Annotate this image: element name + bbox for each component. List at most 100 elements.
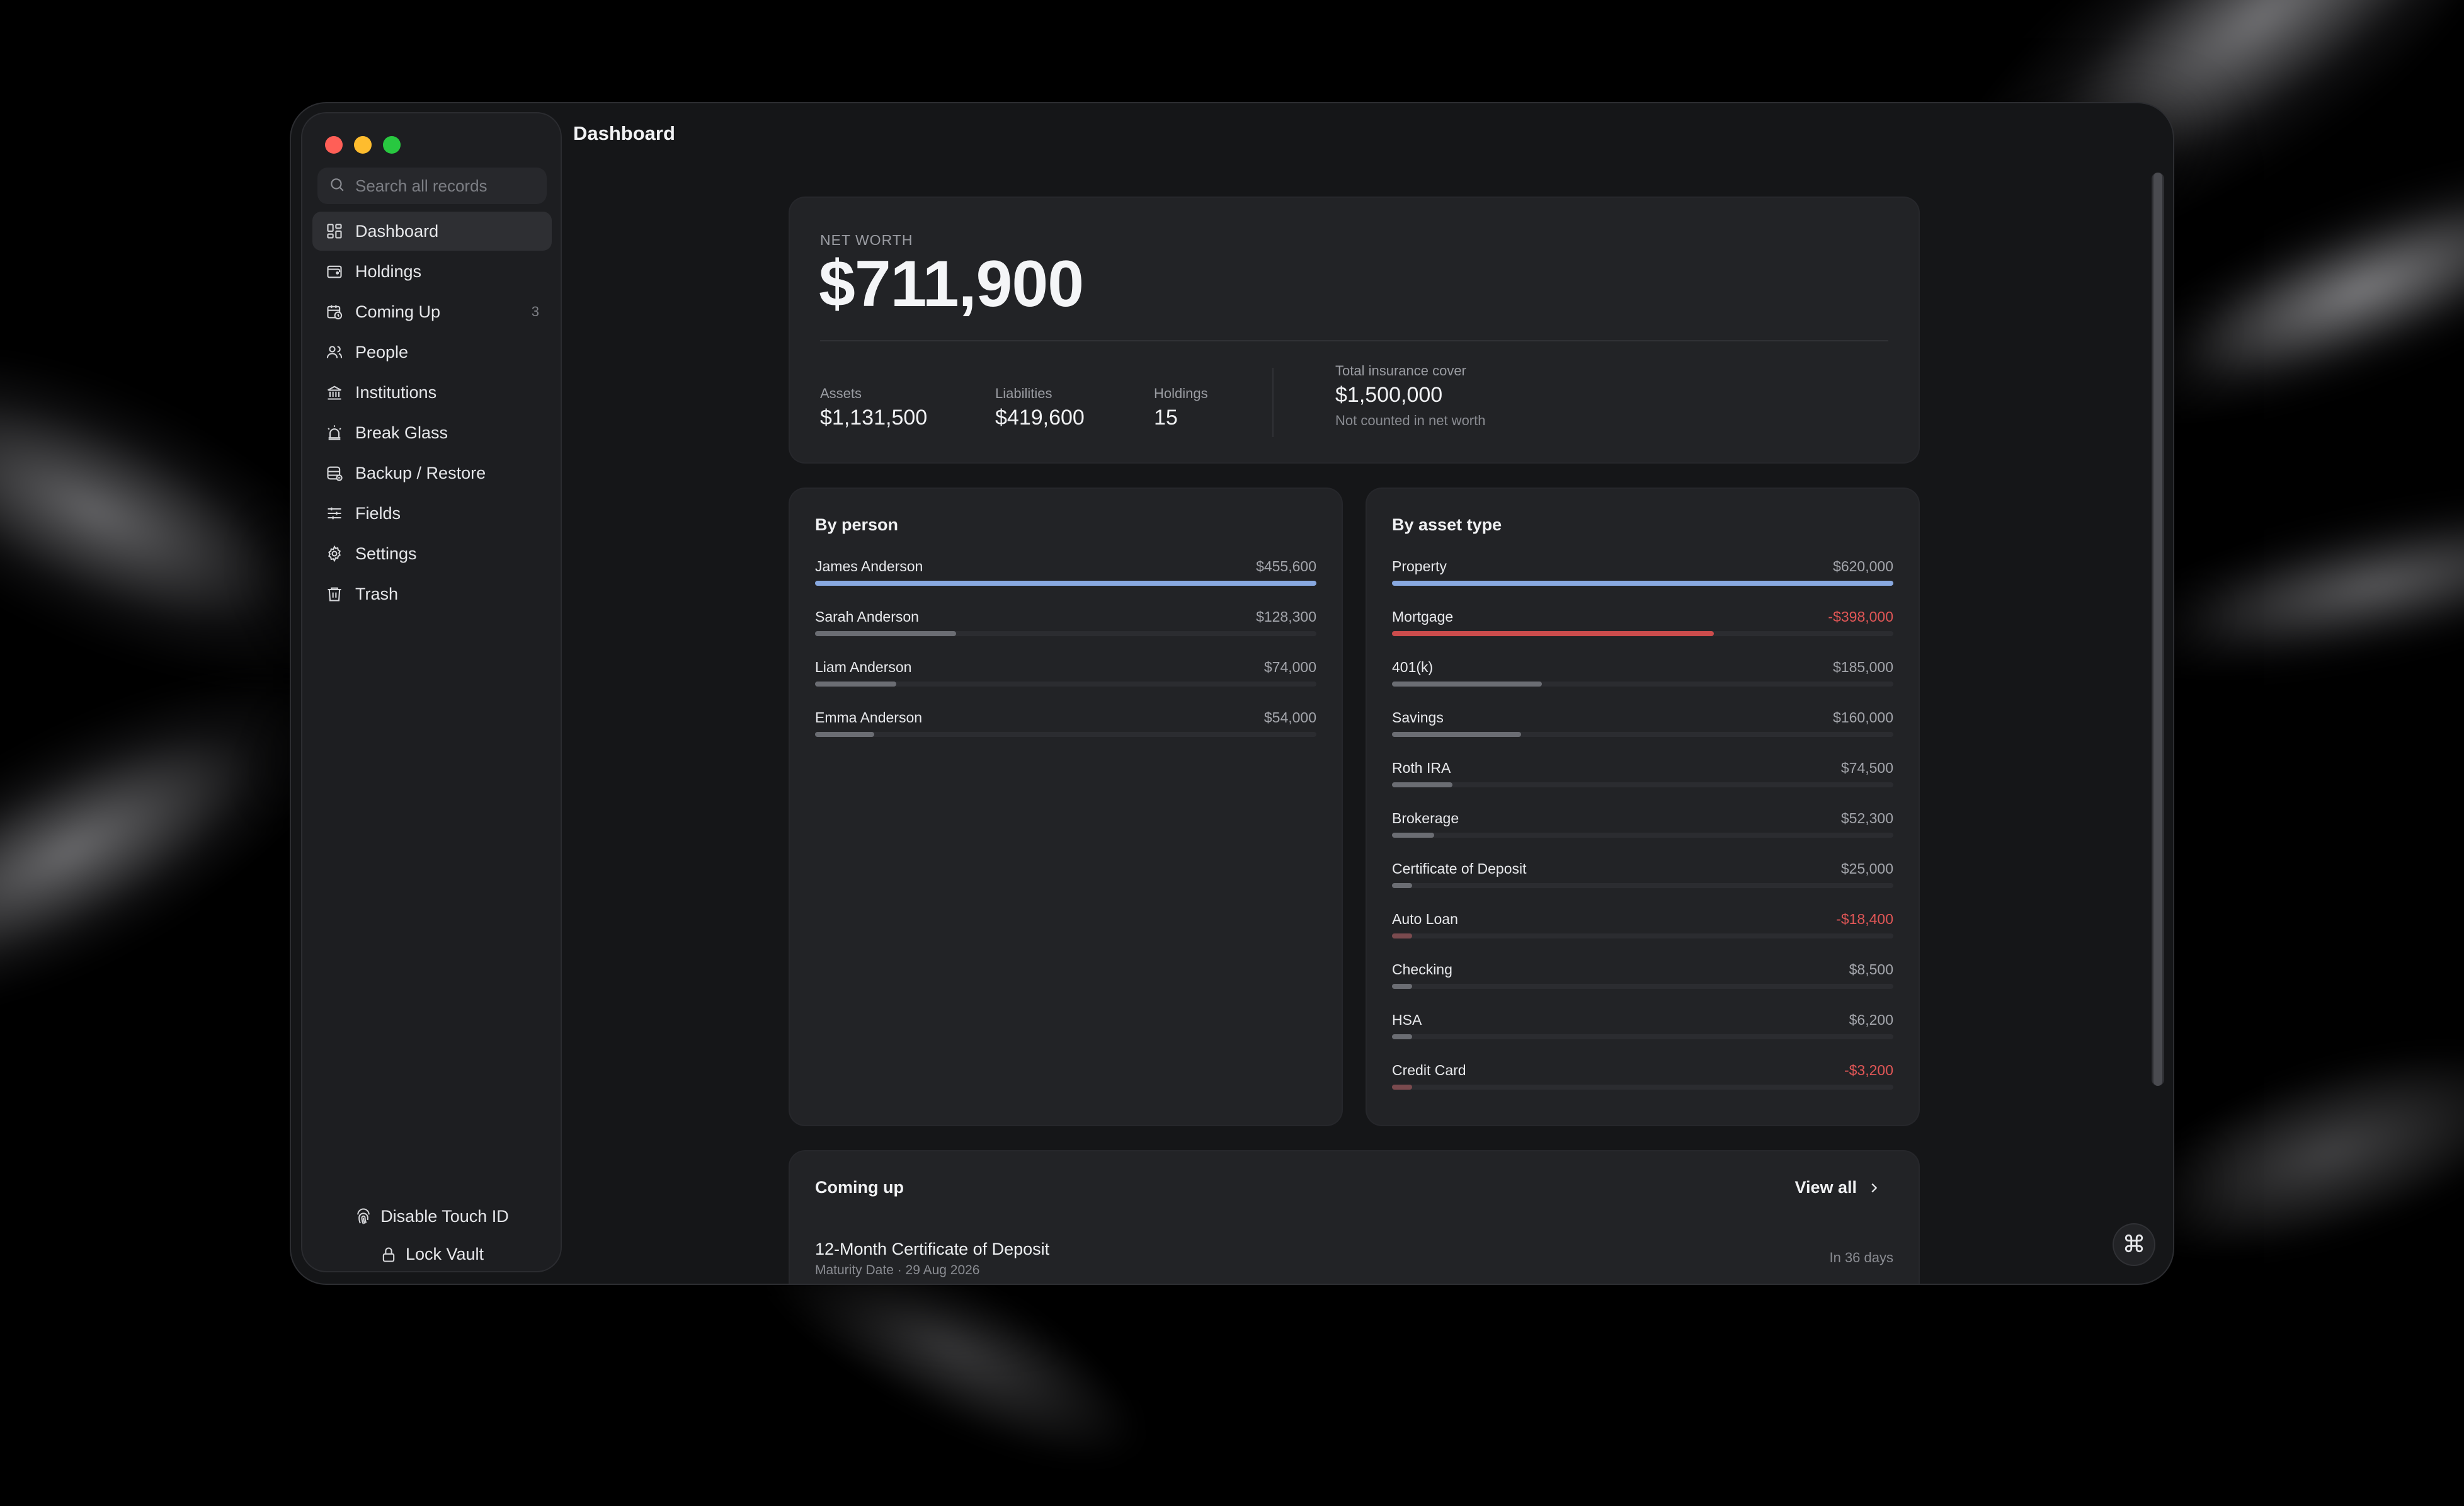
bar-row: Checking $8,500 [1392,961,1893,993]
bar-fill [1392,1085,1412,1090]
sidebar-item-fields[interactable]: Fields [312,494,552,533]
bar-row: 401(k) $185,000 [1392,659,1893,690]
sidebar-item-break-glass[interactable]: Break Glass [312,413,552,452]
bar-row: HSA $6,200 [1392,1012,1893,1043]
coming-up-item[interactable]: 12-Month Certificate of Deposit Maturity… [815,1240,1893,1278]
bar-row-value: -$398,000 [1828,608,1893,625]
bar-row: Roth IRA $74,500 [1392,760,1893,791]
holdings-label: Holdings [1154,385,1208,401]
bar-row: Sarah Anderson $128,300 [815,608,1316,640]
bar-row: Property $620,000 [1392,558,1893,590]
liabilities-label: Liabilities [995,385,1052,401]
net-worth-label: NET WORTH [820,232,913,248]
bar-fill [1392,631,1714,636]
bar-track [815,682,1316,687]
gear-icon [325,544,344,563]
divider [1272,368,1274,437]
sidebar-item-label: Trash [355,584,399,603]
app-window: Dashboard Holdings Coming Up 3 People [291,103,2173,1284]
sidebar-item-label: Coming Up [355,302,441,321]
bar-track [1392,682,1893,687]
bar-row: Liam Anderson $74,000 [815,659,1316,690]
bar-row-label: Liam Anderson [815,659,912,675]
bar-row-value: $160,000 [1833,709,1893,726]
bar-row-label: Roth IRA [1392,760,1451,776]
sidebar-item-holdings[interactable]: Holdings [312,252,552,291]
sidebar-nav: Dashboard Holdings Coming Up 3 People In… [312,212,552,615]
coming-up-card: Coming up View all 12-Month Certificate … [790,1151,1919,1284]
sidebar-item-label: Break Glass [355,423,448,442]
bar-row-label: Emma Anderson [815,709,923,726]
bar-row-label: Sarah Anderson [815,608,919,625]
sidebar-item-settings[interactable]: Settings [312,534,552,573]
command-button[interactable] [2114,1224,2154,1265]
bar-row-label: HSA [1392,1012,1422,1028]
bar-row-value: $74,000 [1263,659,1316,675]
assets-value: $1,131,500 [820,406,928,430]
net-worth-card: NET WORTH $711,900 Assets $1,131,500 Lia… [790,198,1919,462]
chevron-right-icon [1867,1181,1881,1195]
coming-up-title: Coming up [815,1178,904,1197]
lock-icon [379,1245,398,1264]
bar-fill [815,732,875,737]
sidebar-item-people[interactable]: People [312,333,552,372]
bar-track [1392,984,1893,989]
bank-icon [325,383,344,402]
bar-track [1392,732,1893,737]
search-icon [329,176,345,196]
coming-up-item-subtitle: Maturity Date · 29 Aug 2026 [815,1263,980,1277]
sidebar-item-trash[interactable]: Trash [312,574,552,613]
bar-row-value: $8,500 [1849,961,1893,978]
net-worth-value: $711,900 [819,248,1084,321]
by-person-title: By person [815,515,899,534]
bar-row-value: $455,600 [1256,558,1316,574]
minimize-window-button[interactable] [354,136,372,154]
close-window-button[interactable] [325,136,343,154]
bar-fill [1392,732,1522,737]
bar-fill [815,631,957,636]
bar-row-label: James Anderson [815,558,923,574]
sidebar-item-backup-restore[interactable]: Backup / Restore [312,454,552,493]
bar-fill [1392,833,1435,838]
sidebar-item-dashboard[interactable]: Dashboard [312,212,552,251]
sidebar-item-institutions[interactable]: Institutions [312,373,552,412]
search-box[interactable] [317,168,547,204]
search-input[interactable] [354,175,545,197]
sidebar-item-count: 3 [531,304,539,319]
bar-row-label: Credit Card [1392,1062,1466,1078]
by-asset-type-title: By asset type [1392,515,1502,534]
bar-row-label: Mortgage [1392,608,1454,625]
bar-fill [1392,682,1542,687]
bar-fill [815,682,897,687]
bar-track [815,732,1316,737]
bar-row-label: Auto Loan [1392,911,1458,927]
bar-fill [1392,581,1893,586]
lock-vault-label: Lock Vault [405,1245,484,1264]
bar-row-label: Savings [1392,709,1444,726]
alarm-icon [325,423,344,442]
trash-icon [325,585,344,603]
page-title: Dashboard [573,122,675,144]
bar-row: James Anderson $455,600 [815,558,1316,590]
sliders-icon [325,504,344,523]
vertical-scrollbar[interactable] [2152,173,2164,1086]
view-all-label: View all [1794,1178,1857,1197]
bar-track [815,631,1316,636]
scrollbar-thumb[interactable] [2153,173,2162,1086]
sidebar-item-coming-up[interactable]: Coming Up 3 [312,292,552,331]
bar-fill [1392,1034,1412,1039]
view-all-link[interactable]: View all [1794,1178,1881,1197]
bar-row-value: $25,000 [1840,860,1893,877]
sidebar-item-label: Dashboard [355,221,439,241]
bar-row-label: Certificate of Deposit [1392,860,1527,877]
bar-row-value: $620,000 [1833,558,1893,574]
disable-touch-id-button[interactable]: Disable Touch ID [302,1207,561,1226]
lock-vault-button[interactable]: Lock Vault [302,1245,561,1264]
bar-fill [1392,933,1412,938]
zoom-window-button[interactable] [383,136,401,154]
disable-touch-id-label: Disable Touch ID [380,1207,509,1226]
insurance-note: Not counted in net worth [1335,413,1486,428]
calendar-clock-icon [325,302,344,321]
bar-row: Savings $160,000 [1392,709,1893,741]
bar-track [1392,1034,1893,1039]
